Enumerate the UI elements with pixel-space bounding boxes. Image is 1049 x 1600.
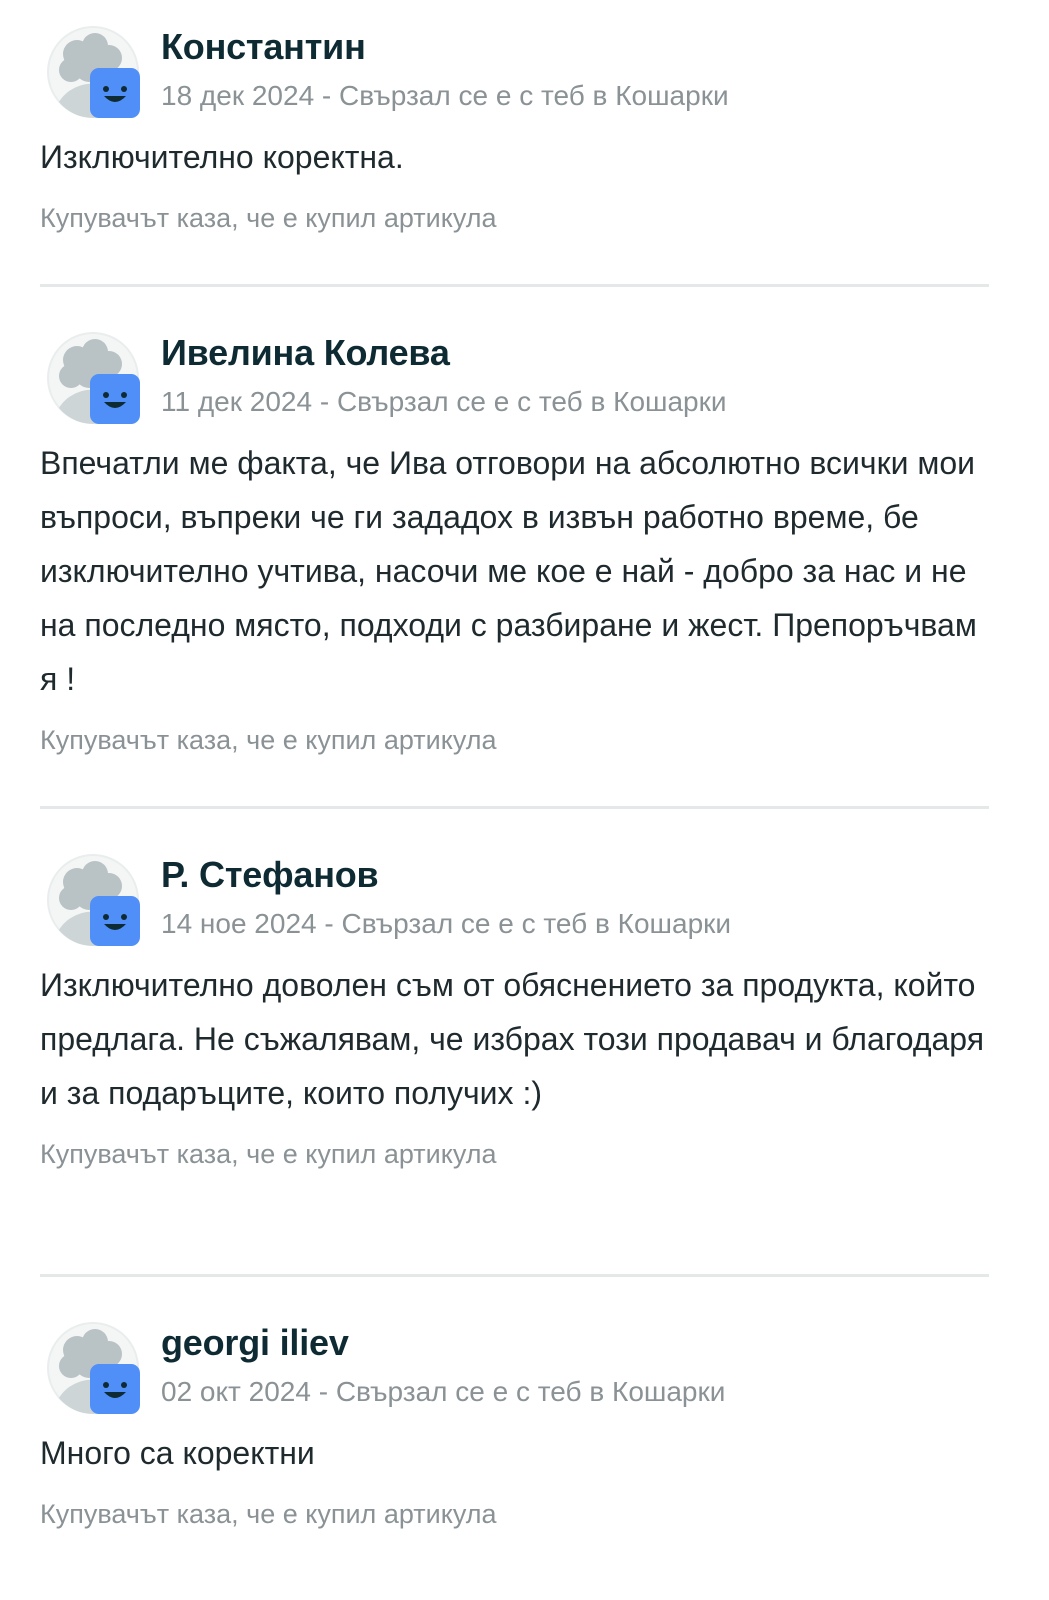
smiley-badge-icon <box>90 896 140 946</box>
review-header: georgi iliev 02 окт 2024 - Свързал се е … <box>40 1320 990 1420</box>
smiley-badge-icon <box>90 1364 140 1414</box>
smiley-badge-icon <box>90 374 140 424</box>
reviewer-name[interactable]: georgi iliev <box>161 1322 349 1364</box>
review-meta: 11 дек 2024 - Свързал се е с теб в Кошар… <box>161 386 727 417</box>
review-item: Константин 18 дек 2024 - Свързал се е с … <box>40 24 990 238</box>
review-item: Р. Стефанов 14 ное 2024 - Свързал се е с… <box>40 852 990 1174</box>
verified-purchase-note: Купувачът каза, че е купил артикула <box>40 1139 497 1169</box>
review-item: georgi iliev 02 окт 2024 - Свързал се е … <box>40 1320 990 1534</box>
review-header: Р. Стефанов 14 ное 2024 - Свързал се е с… <box>40 852 990 952</box>
divider <box>40 284 989 287</box>
review-text: Изключително коректна. <box>40 139 404 175</box>
reviewer-name[interactable]: Р. Стефанов <box>161 854 379 896</box>
review-item: Ивелина Колева 11 дек 2024 - Свързал се … <box>40 330 990 760</box>
divider <box>40 1274 989 1277</box>
verified-purchase-note: Купувачът каза, че е купил артикула <box>40 725 497 755</box>
review-header: Ивелина Колева 11 дек 2024 - Свързал се … <box>40 330 990 430</box>
smiley-badge-icon <box>90 68 140 118</box>
reviews-screen: { "reviews": [ { "username": "Константин… <box>0 0 1049 1600</box>
reviewer-name[interactable]: Ивелина Колева <box>161 332 450 374</box>
review-text: Изключително доволен съм от обяснението … <box>40 967 985 1111</box>
review-text: Впечатли ме факта, че Ива отговори на аб… <box>40 445 977 697</box>
review-header: Константин 18 дек 2024 - Свързал се е с … <box>40 24 990 124</box>
divider <box>40 806 989 809</box>
review-text: Много са коректни <box>40 1435 315 1471</box>
verified-purchase-note: Купувачът каза, че е купил артикула <box>40 203 497 233</box>
review-meta: 02 окт 2024 - Свързал се е с теб в Кошар… <box>161 1376 726 1407</box>
verified-purchase-note: Купувачът каза, че е купил артикула <box>40 1499 497 1529</box>
review-meta: 18 дек 2024 - Свързал се е с теб в Кошар… <box>161 80 729 111</box>
reviewer-name[interactable]: Константин <box>161 26 366 68</box>
review-meta: 14 ное 2024 - Свързал се е с теб в Кошар… <box>161 908 732 939</box>
